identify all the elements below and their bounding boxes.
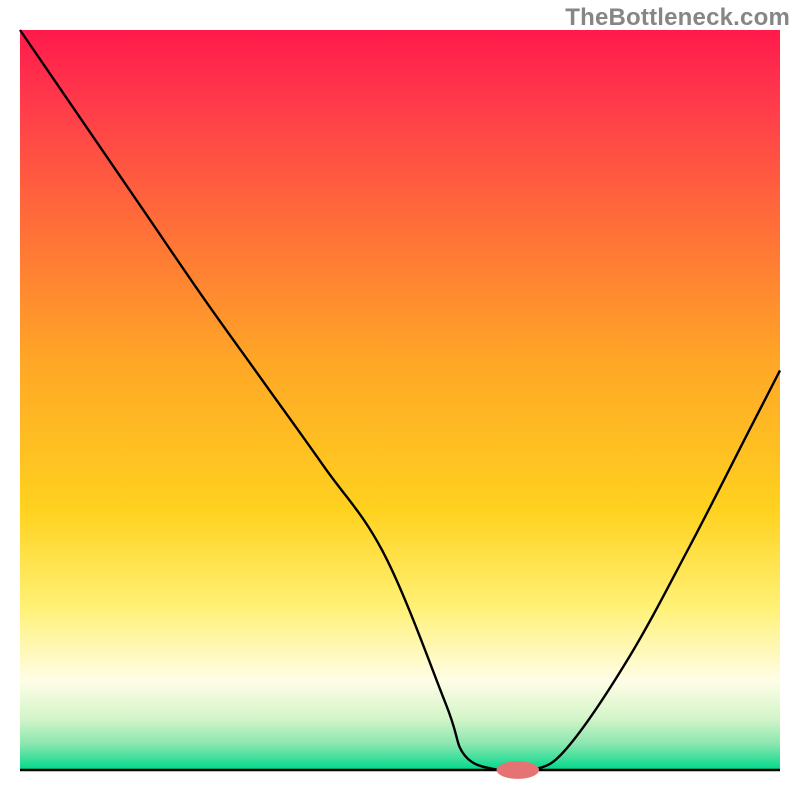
gradient-background [20,30,780,770]
chart-canvas [0,0,800,800]
attribution-label: TheBottleneck.com [565,4,790,32]
bottleneck-chart: TheBottleneck.com [0,0,800,800]
target-marker [497,761,540,779]
